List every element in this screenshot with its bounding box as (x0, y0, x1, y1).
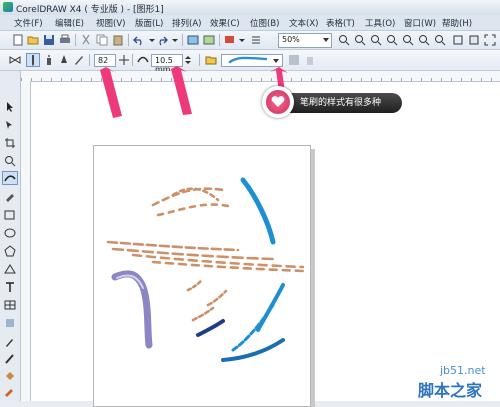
heart-badge-icon (262, 86, 294, 118)
callout-text: 笔刷的样式有很多种 (300, 98, 382, 108)
arrow-to-stroke-width (165, 66, 192, 115)
watermark-url: jb51.net (440, 364, 486, 377)
arrow-to-smoothing (94, 67, 122, 118)
watermark-brand: 脚本之家 (418, 381, 483, 400)
annotation-arrows (94, 66, 288, 118)
